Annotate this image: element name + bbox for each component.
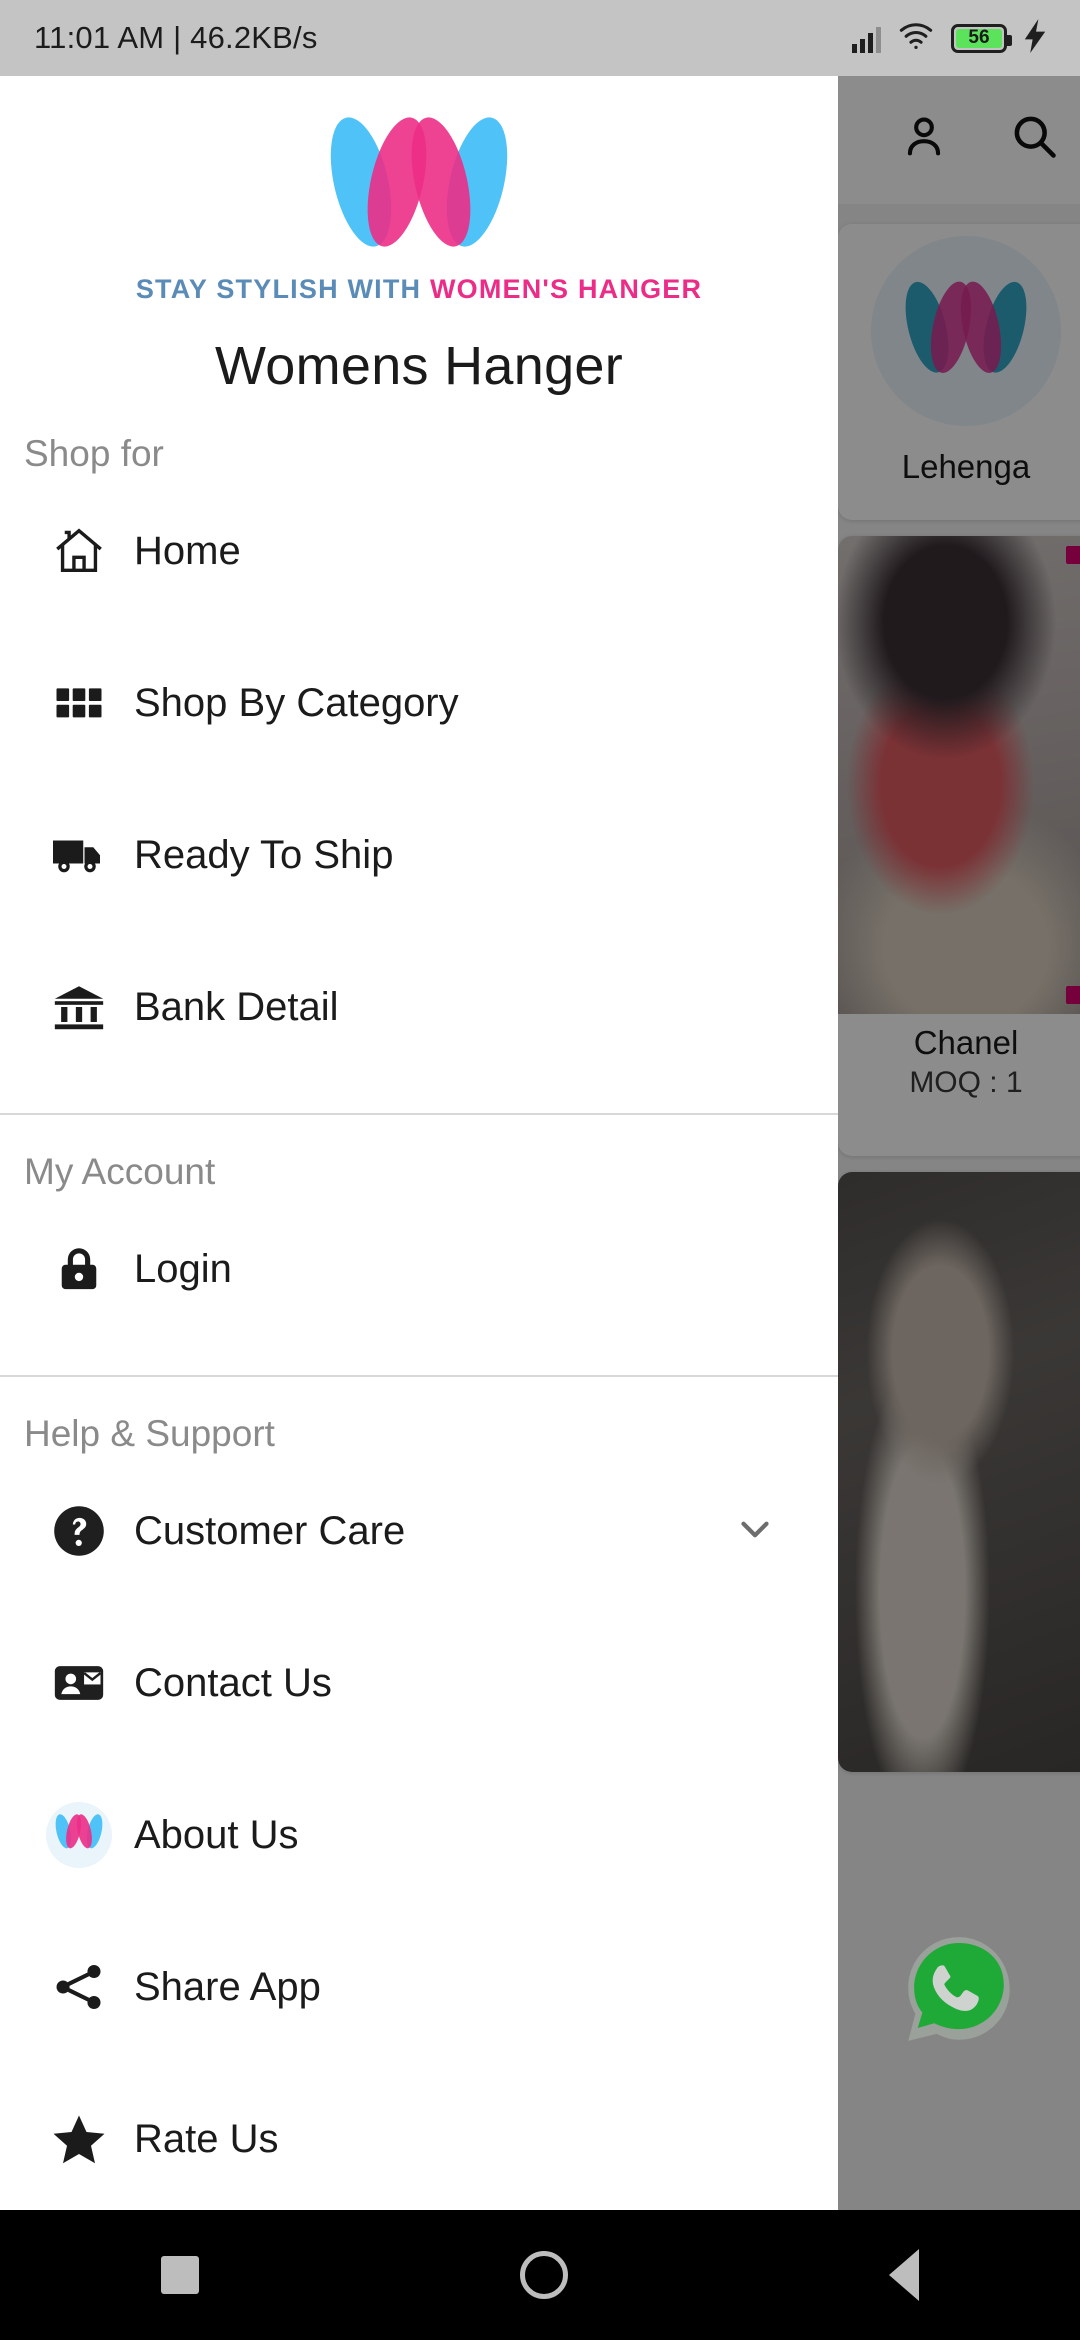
help-circle-icon (24, 1500, 134, 1562)
drawer-item-rate-us[interactable]: Rate Us (0, 2063, 838, 2210)
circle-home-icon[interactable] (519, 2251, 568, 2299)
system-nav-bar (0, 2210, 1080, 2340)
navigation-drawer: STAY STYLISH WITH WOMEN'S HANGER Womens … (0, 76, 838, 2210)
drawer-item-label: Home (134, 528, 241, 573)
section-label-help-support: Help & Support (24, 1413, 275, 1454)
wifi-icon (898, 21, 934, 56)
drawer-item-shop-by-category[interactable]: Shop By Category (0, 627, 838, 779)
phone-screen: Lehenga Chanel MOQ : 1 11:01 AM | 46.2KB… (0, 0, 1080, 2340)
chevron-down-icon[interactable] (732, 1506, 778, 1557)
section-label-shop-for: Shop for (24, 433, 164, 474)
status-time-and-speed: 11:01 AM | 46.2KB/s (34, 20, 318, 55)
bank-icon (24, 978, 134, 1036)
drawer-item-label: About Us (134, 1812, 299, 1857)
drawer-item-label: Shop By Category (134, 680, 459, 725)
truck-icon (24, 825, 134, 885)
brand-tagline: STAY STYLISH WITH WOMEN'S HANGER (0, 274, 838, 305)
tagline-suffix: WOMEN'S HANGER (429, 274, 703, 304)
drawer-item-home[interactable]: Home (0, 475, 838, 627)
app-title: Womens Hanger (214, 336, 624, 396)
drawer-item-label: Share App (134, 1964, 321, 2009)
drawer-item-bank-detail[interactable]: Bank Detail (0, 931, 838, 1083)
triangle-back-icon[interactable] (889, 2249, 920, 2301)
charging-bolt-icon (1024, 18, 1046, 58)
contact-mail-icon (24, 1654, 134, 1712)
status-bar: 11:01 AM | 46.2KB/s 56 (0, 0, 1080, 76)
drawer-item-label: Bank Detail (134, 984, 339, 1029)
home-icon (24, 522, 134, 580)
drawer-item-label: Login (134, 1246, 232, 1291)
drawer-item-label: Contact Us (134, 1660, 332, 1705)
signal-bars-icon (852, 23, 881, 53)
whatsapp-icon[interactable] (900, 1930, 1018, 2048)
drawer-item-label: Ready To Ship (134, 832, 394, 877)
drawer-item-label: Rate Us (134, 2116, 279, 2161)
section-label-my-account: My Account (24, 1151, 216, 1192)
womens-hanger-logo (309, 110, 529, 260)
share-icon (24, 1958, 134, 2016)
about-logo-icon (24, 1802, 134, 1868)
battery-level: 56 (968, 27, 990, 48)
drawer-header: STAY STYLISH WITH WOMEN'S HANGER Womens … (0, 76, 838, 397)
drawer-item-login[interactable]: Login (0, 1193, 838, 1345)
tagline-prefix: STAY STYLISH WITH (135, 274, 422, 304)
drawer-item-about-us[interactable]: About Us (0, 1759, 838, 1911)
lock-icon (24, 1241, 134, 1297)
grid-icon (24, 676, 134, 730)
star-icon (24, 2109, 134, 2169)
battery-icon: 56 (951, 23, 1012, 53)
square-recents-icon[interactable] (160, 2256, 199, 2294)
drawer-item-contact-us[interactable]: Contact Us (0, 1607, 838, 1759)
drawer-item-customer-care[interactable]: Customer Care (0, 1455, 838, 1607)
drawer-item-label: Customer Care (134, 1508, 406, 1553)
drawer-item-ready-to-ship[interactable]: Ready To Ship (0, 779, 838, 931)
drawer-item-share-app[interactable]: Share App (0, 1911, 838, 2063)
